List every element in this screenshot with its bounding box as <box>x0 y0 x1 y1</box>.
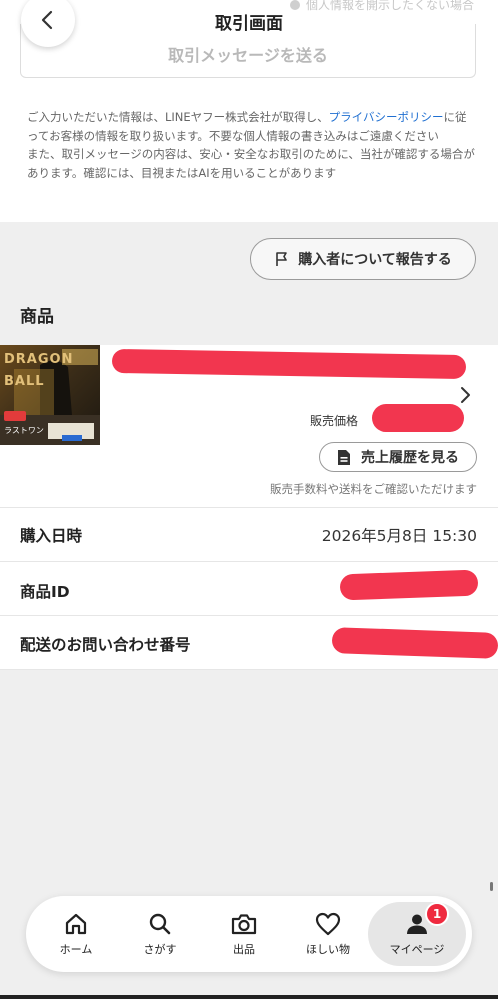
nav-sell[interactable]: 出品 <box>204 896 284 972</box>
notice-text-3: また、取引メッセージの内容は、安心・安全なお取引のために、当社が確認する場合があ… <box>27 147 475 180</box>
privacy-policy-link[interactable]: プライバシーポリシー <box>329 110 444 124</box>
product-thumbnail[interactable]: DRAGON BALL ラストワン <box>0 345 100 445</box>
flag-icon <box>276 252 288 266</box>
privacy-notice: ご入力いただいた情報は、LINEヤフー株式会社が取得し、プライバシーポリシーに従… <box>27 108 475 182</box>
notification-badge: 1 <box>425 902 449 926</box>
nav-sell-label: 出品 <box>233 943 255 956</box>
scrollbar[interactable] <box>490 882 493 891</box>
home-icon <box>65 913 87 935</box>
product-id-label: 商品ID <box>20 583 70 601</box>
nav-wishlist[interactable]: ほしい物 <box>288 896 368 972</box>
nav-home[interactable]: ホーム <box>36 896 116 972</box>
thumbnail-subtitle: ラストワン <box>4 426 44 435</box>
camera-icon <box>231 914 257 935</box>
thumbnail-title: DRAGON BALL <box>4 352 74 389</box>
search-icon <box>149 913 171 935</box>
sales-history-button[interactable]: 売上履歴を見る <box>319 442 477 472</box>
purchase-date-value: 2026年5月8日 15:30 <box>321 527 477 545</box>
heart-icon <box>315 912 341 936</box>
purchase-date-label: 購入日時 <box>20 527 83 545</box>
nav-search[interactable]: さがす <box>120 896 200 972</box>
nav-home-label: ホーム <box>59 943 93 956</box>
price-label: 販売価格 <box>310 414 359 428</box>
nav-wishlist-label: ほしい物 <box>306 943 350 956</box>
tracking-number-label: 配送のお問い合わせ番号 <box>20 636 191 654</box>
redacted-product-id <box>339 569 479 601</box>
send-message-label: 取引メッセージを送る <box>168 45 328 65</box>
report-buyer-label: 購入者について報告する <box>298 252 452 268</box>
chevron-right-icon[interactable] <box>459 385 473 405</box>
sales-history-label: 売上履歴を見る <box>361 450 459 466</box>
notice-text-1: ご入力いただいた情報は、LINEヤフー株式会社が取得し、 <box>27 110 329 124</box>
home-indicator <box>0 995 498 999</box>
document-icon <box>338 449 350 465</box>
page-title: 取引画面 <box>215 14 283 34</box>
fee-note: 販売手数料や送料をご確認いただけます <box>270 482 477 496</box>
purchase-date-row: 購入日時 2026年5月8日 15:30 <box>0 508 498 562</box>
product-section-title: 商品 <box>20 307 54 327</box>
report-buyer-button[interactable]: 購入者について報告する <box>250 238 476 280</box>
redacted-price <box>372 404 464 432</box>
nav-mypage-label: マイページ <box>389 943 445 956</box>
nav-search-label: さがす <box>143 943 177 956</box>
